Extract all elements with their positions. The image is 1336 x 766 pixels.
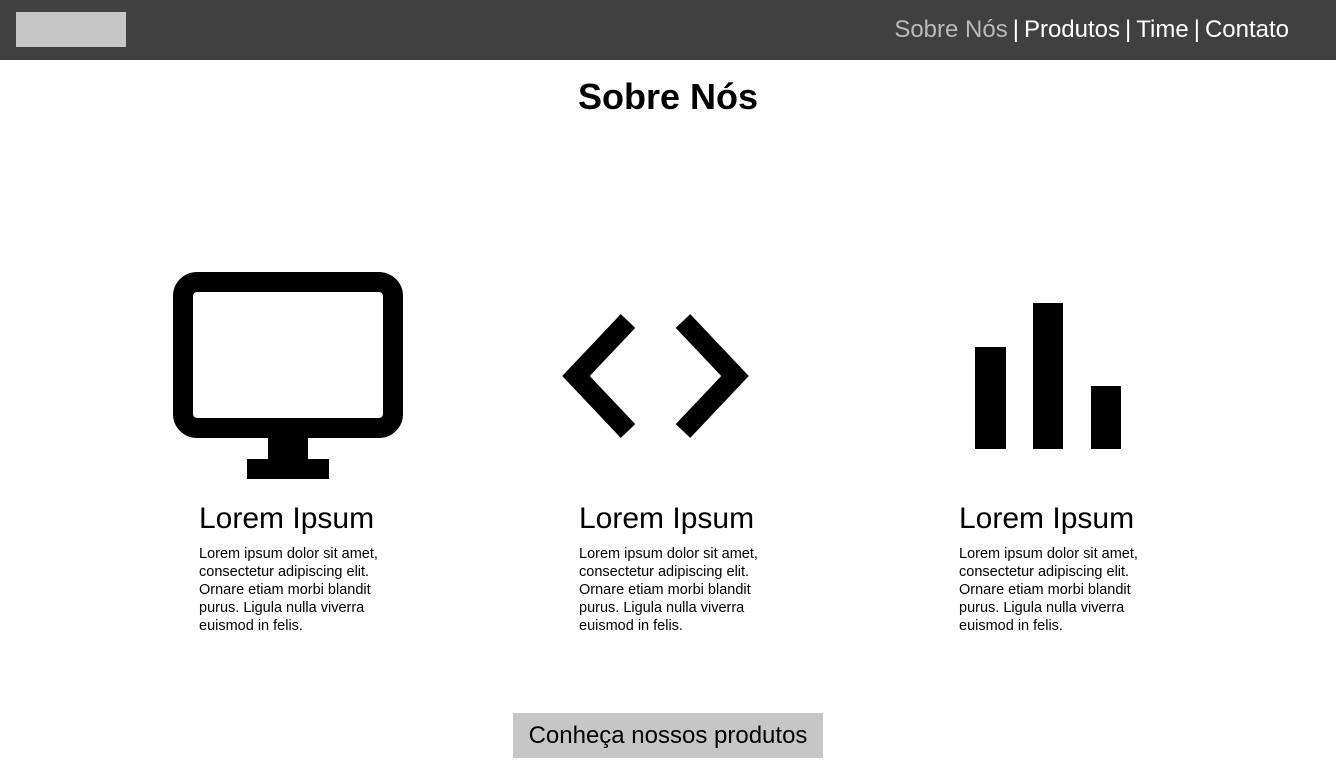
- nav-link-time[interactable]: Time: [1136, 16, 1188, 43]
- cta-button[interactable]: Conheça nossos produtos: [513, 713, 823, 758]
- monitor-icon: [173, 260, 403, 490]
- feature-description: Lorem ipsum dolor sit amet, consectetur …: [199, 546, 378, 634]
- nav-separator: |: [1012, 16, 1019, 43]
- feature-description: Lorem ipsum dolor sit amet, consectetur …: [959, 546, 1138, 634]
- top-navigation-bar: Sobre Nós | Produtos | Time | Contato: [0, 0, 1336, 60]
- nav-link-contato[interactable]: Contato: [1205, 16, 1289, 43]
- feature-description: Lorem ipsum dolor sit amet, consectetur …: [579, 546, 758, 634]
- page-title: Sobre Nós: [577, 76, 759, 117]
- main-nav: Sobre Nós | Produtos | Time | Contato: [894, 14, 1289, 46]
- bar-chart-icon: [959, 260, 1189, 490]
- code-icon: [559, 260, 789, 490]
- feature-heading: Lorem Ipsum: [579, 502, 755, 535]
- nav-separator: |: [1125, 16, 1132, 43]
- feature-heading: Lorem Ipsum: [959, 502, 1135, 535]
- nav-separator: |: [1193, 16, 1200, 43]
- feature-heading: Lorem Ipsum: [199, 502, 375, 535]
- nav-link-produtos[interactable]: Produtos: [1024, 16, 1120, 43]
- logo-placeholder[interactable]: [16, 12, 126, 47]
- nav-link-sobre-nos[interactable]: Sobre Nós: [894, 16, 1007, 43]
